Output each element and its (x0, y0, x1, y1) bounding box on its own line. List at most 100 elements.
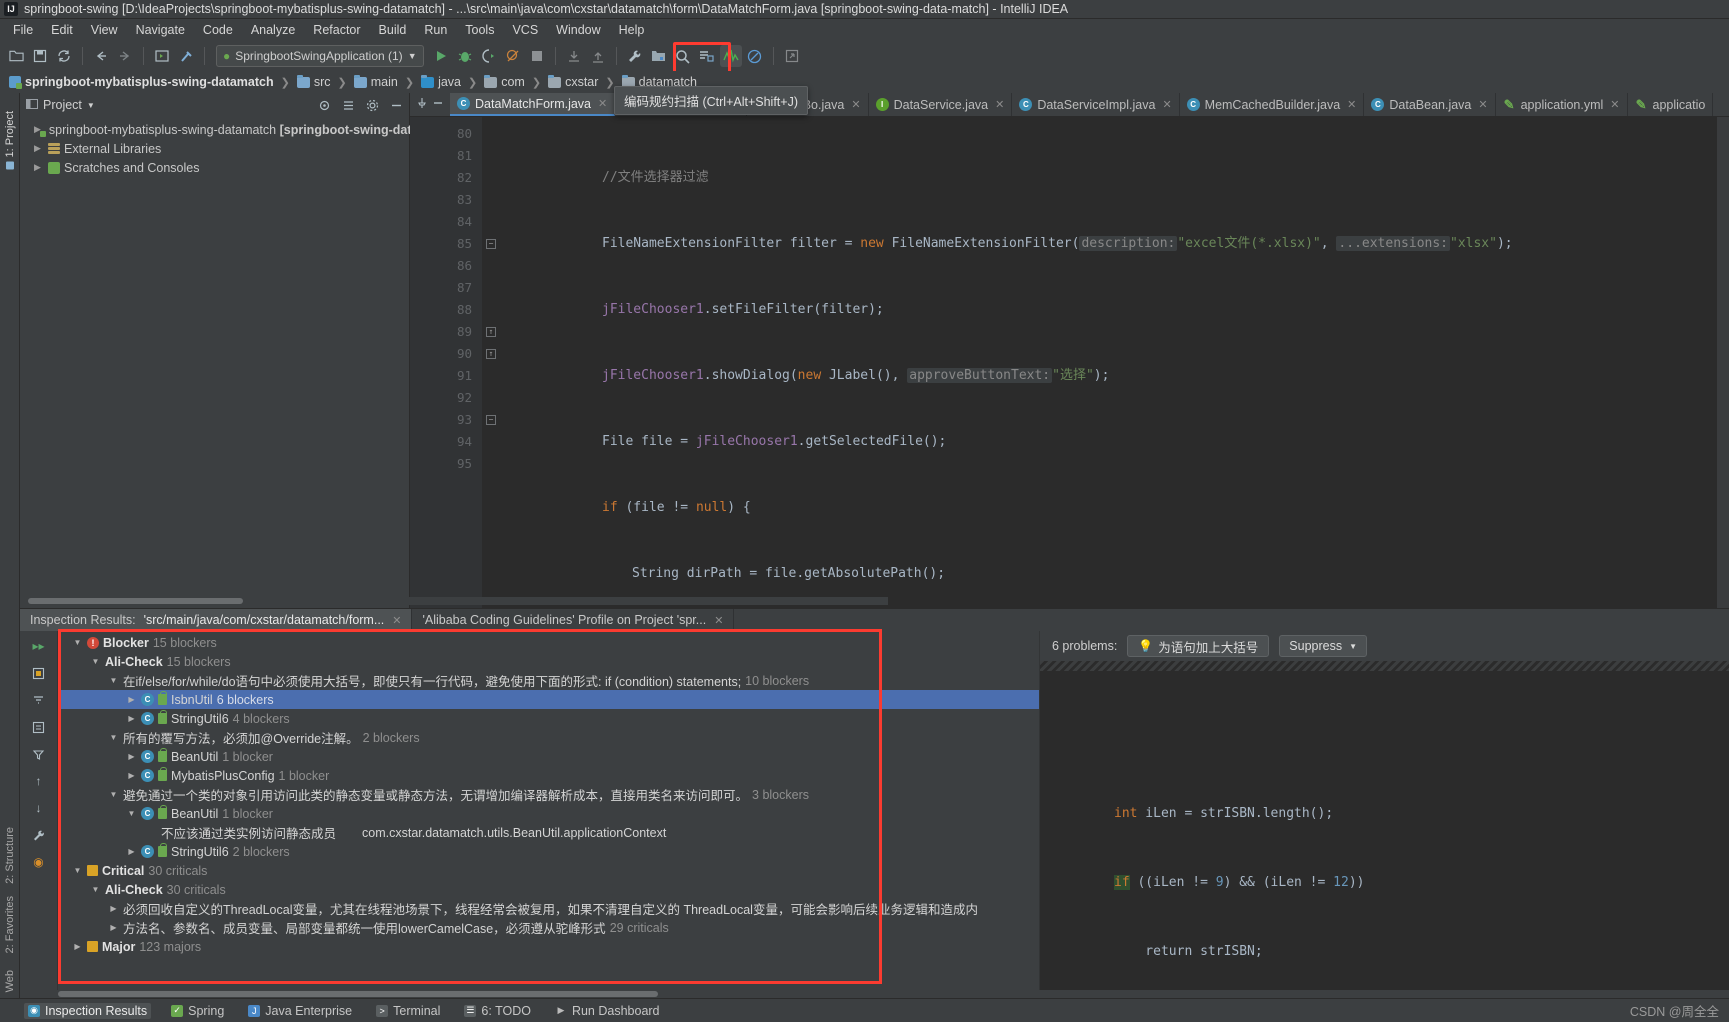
breadcrumb-item-module[interactable]: springboot-mybatisplus-swing-datamatch (6, 74, 277, 90)
restore-layout-icon[interactable] (781, 45, 803, 67)
breadcrumb-item-com[interactable]: com (481, 74, 528, 90)
close-icon[interactable]: ✕ (1610, 98, 1619, 111)
hide-icon[interactable] (387, 96, 405, 114)
project-structure-icon[interactable] (648, 45, 670, 67)
next-occurrence-icon[interactable]: ↓ (29, 799, 49, 817)
breadcrumb-item-java[interactable]: java (418, 74, 464, 90)
tree-item-scratches[interactable]: ▶ Scratches and Consoles (22, 158, 409, 177)
commit-icon[interactable] (587, 45, 609, 67)
ali-settings-icon[interactable] (744, 45, 766, 67)
menu-tools[interactable]: Tools (456, 21, 503, 39)
chevron-down-icon[interactable]: ▼ (126, 809, 137, 818)
breadcrumb-item-main[interactable]: main (351, 74, 401, 90)
close-icon[interactable]: ✕ (1347, 98, 1356, 111)
forward-icon[interactable] (114, 45, 136, 67)
run-configuration-selector[interactable]: ● SpringbootSwingApplication (1) ▼ (216, 45, 424, 67)
inspection-actions-sidebar[interactable]: ▸▸ ↑ ↓ ◉ (20, 631, 58, 990)
statusbar-item-inspection-results[interactable]: ◉ Inspection Results (24, 1002, 152, 1019)
menu-run[interactable]: Run (415, 21, 456, 39)
chevron-right-icon[interactable]: ▶ (108, 904, 119, 913)
editor-horizontal-scrollbar[interactable] (28, 597, 888, 605)
breadcrumb-item-cxstar[interactable]: cxstar (545, 74, 601, 90)
tree-row-blocker[interactable]: ▼ ! Blocker 15 blockers (58, 633, 1039, 652)
search-everywhere-icon[interactable] (672, 45, 694, 67)
close-icon[interactable]: ✕ (995, 98, 1004, 111)
tab-inspection-results[interactable]: Inspection Results: 'src/main/java/com/c… (20, 609, 413, 631)
filter-icon[interactable] (29, 745, 49, 763)
statusbar-item-java-enterprise[interactable]: J Java Enterprise (244, 1003, 356, 1019)
inspection-horizontal-scrollbar[interactable] (58, 990, 888, 998)
export-icon[interactable] (29, 664, 49, 682)
tree-row-isbnutil[interactable]: ▶ C IsbnUtil 6 blockers (58, 690, 1039, 709)
update-project-icon[interactable] (563, 45, 585, 67)
statusbar-item-run-dashboard[interactable]: ▶ Run Dashboard (551, 1003, 664, 1019)
tree-row-rule-static-access[interactable]: ▼ 避免通过一个类的对象引用访问此类的静态变量或静态方法，无谓增加编译器解析成本… (58, 785, 1039, 804)
gear-icon[interactable] (363, 96, 381, 114)
inspection-tree[interactable]: ▼ ! Blocker 15 blockers ▼ Ali-Check 15 b… (58, 631, 1039, 990)
breadcrumb-item-src[interactable]: src (294, 74, 334, 90)
previous-occurrence-icon[interactable]: ↑ (29, 772, 49, 790)
close-icon[interactable]: ✕ (714, 614, 723, 627)
tab-bar-actions[interactable] (410, 93, 450, 116)
hide-icon[interactable] (432, 97, 444, 112)
chevron-down-icon[interactable]: ▼ (72, 638, 83, 647)
settings-wrench-icon[interactable] (624, 45, 646, 67)
editor-tab-bar[interactable]: C DataMatchForm.java ✕ C RedisUtils.java… (410, 93, 1729, 117)
help-icon[interactable]: ◉ (29, 853, 49, 871)
tree-row-major[interactable]: ▶ Major 123 majors (58, 937, 1039, 956)
tree-row-rule-lowercamelcase[interactable]: ▶ 方法名、参数名、成员变量、局部变量都统一使用lowerCamelCase，必… (58, 918, 1039, 937)
tab-application-yml-2[interactable]: ✎ applicatio (1627, 93, 1714, 116)
chevron-down-icon[interactable]: ▼ (72, 866, 83, 875)
menu-file[interactable]: File (4, 21, 42, 39)
inspection-code-preview[interactable]: int iLen = strISBN.length(); if ((iLen !… (1040, 661, 1729, 990)
menu-window[interactable]: Window (547, 21, 609, 39)
chevron-right-icon[interactable]: ▶ (34, 162, 44, 173)
tree-row-stringutil6-b[interactable]: ▶ C StringUtil6 2 blockers (58, 842, 1039, 861)
menu-help[interactable]: Help (610, 21, 654, 39)
tab-datamatchform[interactable]: C DataMatchForm.java ✕ (450, 93, 616, 116)
stop-icon[interactable] (526, 45, 548, 67)
chevron-down-icon[interactable]: ▼ (1349, 642, 1357, 651)
menu-build[interactable]: Build (370, 21, 416, 39)
chevron-down-icon[interactable]: ▼ (87, 101, 95, 110)
chevron-down-icon[interactable]: ▼ (108, 676, 119, 685)
tab-dataservice[interactable]: I DataService.java ✕ (868, 93, 1013, 116)
main-toolbar[interactable]: ● SpringbootSwingApplication (1) ▼ (0, 41, 1729, 84)
run-with-coverage-icon[interactable] (478, 45, 500, 67)
tab-dataserviceimpl[interactable]: C DataServiceImpl.java ✕ (1012, 93, 1180, 116)
sidebar-item-favorites[interactable]: 2: Favorites (2, 890, 18, 959)
menu-refactor[interactable]: Refactor (304, 21, 369, 39)
statusbar-item-spring[interactable]: ✓ Spring (167, 1003, 228, 1019)
chevron-right-icon[interactable]: ▶ (34, 143, 44, 154)
run-icon[interactable] (430, 45, 452, 67)
breadcrumb[interactable]: springboot-mybatisplus-swing-datamatch ❯… (0, 71, 1729, 115)
menu-code[interactable]: Code (194, 21, 242, 39)
chevron-right-icon[interactable]: ▶ (108, 923, 119, 932)
inspection-detail-header[interactable]: 6 problems: 💡 为语句加上大括号 Suppress ▼ (1040, 631, 1729, 661)
project-pane-title-group[interactable]: Project ▼ (26, 98, 95, 113)
settings-wrench-icon[interactable] (29, 826, 49, 844)
tab-application-yml[interactable]: ✎ application.yml ✕ (1495, 93, 1628, 116)
sync-icon[interactable] (53, 45, 75, 67)
rerun-icon[interactable]: ▸▸ (29, 637, 49, 655)
back-icon[interactable] (90, 45, 112, 67)
sidebar-item-web[interactable]: Web (2, 960, 18, 998)
tree-item-module[interactable]: ▶ springboot-mybatisplus-swing-datamatch… (22, 120, 422, 139)
chevron-right-icon[interactable]: ▶ (126, 714, 137, 723)
pin-icon[interactable] (416, 97, 428, 112)
collapse-all-icon[interactable] (29, 691, 49, 709)
close-icon[interactable]: ✕ (1162, 98, 1171, 111)
group-by-icon[interactable] (29, 718, 49, 736)
menu-edit[interactable]: Edit (42, 21, 82, 39)
tree-row-rule-braces[interactable]: ▼ 在if/else/for/while/do语句中必须使用大括号，即使只有一行… (58, 671, 1039, 690)
statusbar-item-terminal[interactable]: > Terminal (372, 1003, 444, 1019)
tree-row-problem-static-member[interactable]: 不应该通过类实例访问静态成员 com.cxstar.datamatch.util… (58, 823, 1039, 842)
tree-row-rule-override[interactable]: ▼ 所有的覆写方法，必须加@Override注解。 2 blockers (58, 728, 1039, 747)
ali-coding-scan-icon[interactable] (719, 45, 742, 67)
chevron-down-icon[interactable]: ▼ (108, 790, 119, 799)
tree-row-stringutil6-a[interactable]: ▶ C StringUtil6 4 blockers (58, 709, 1039, 728)
tree-row-mybatisplusconfig[interactable]: ▶ C MybatisPlusConfig 1 blocker (58, 766, 1039, 785)
menu-navigate[interactable]: Navigate (127, 21, 194, 39)
tree-row-rule-threadlocal[interactable]: ▶ 必须回收自定义的ThreadLocal变量，尤其在线程池场景下，线程经常会被… (58, 899, 1039, 918)
chevron-down-icon[interactable]: ▼ (408, 51, 417, 61)
